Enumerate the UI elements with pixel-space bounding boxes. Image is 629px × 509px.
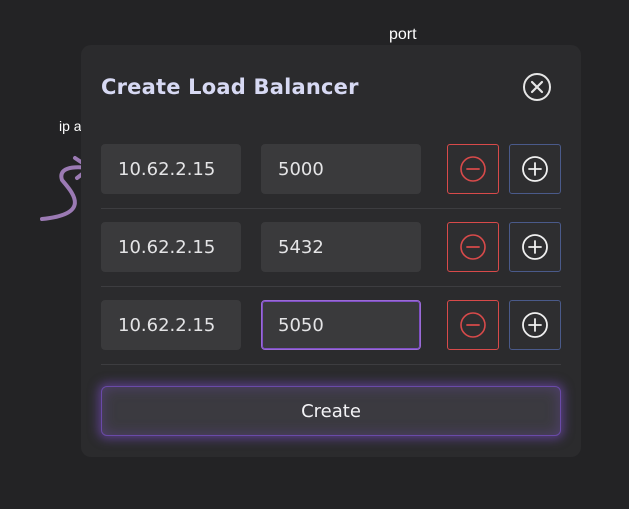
ip-address-input[interactable]	[101, 144, 241, 194]
port-input[interactable]	[261, 222, 421, 272]
plus-circle-icon	[522, 312, 548, 338]
close-icon	[530, 80, 544, 94]
dialog-title: Create Load Balancer	[101, 75, 359, 99]
remove-row-button[interactable]	[447, 300, 499, 350]
add-row-button[interactable]	[509, 144, 561, 194]
plus-circle-icon	[522, 156, 548, 182]
remove-row-button[interactable]	[447, 144, 499, 194]
minus-circle-icon	[460, 312, 486, 338]
row-divider	[101, 364, 561, 365]
plus-circle-icon	[522, 234, 548, 260]
minus-circle-icon	[460, 234, 486, 260]
create-button[interactable]: Create	[101, 386, 561, 436]
row-divider	[101, 208, 561, 209]
close-button[interactable]	[523, 73, 551, 101]
add-row-button[interactable]	[509, 222, 561, 272]
port-input[interactable]	[261, 300, 421, 350]
minus-circle-icon	[460, 156, 486, 182]
create-load-balancer-dialog: Create Load Balancer 10.62.2.15 5000 10.…	[81, 45, 581, 457]
backend-row	[101, 300, 561, 352]
ip-address-input[interactable]	[101, 222, 241, 272]
annotation-port-label: port	[389, 26, 417, 43]
port-input[interactable]	[261, 144, 421, 194]
ip-address-input[interactable]	[101, 300, 241, 350]
remove-row-button[interactable]	[447, 222, 499, 272]
backend-row	[101, 222, 561, 274]
row-divider	[101, 286, 561, 287]
backend-row	[101, 144, 561, 196]
add-row-button[interactable]	[509, 300, 561, 350]
